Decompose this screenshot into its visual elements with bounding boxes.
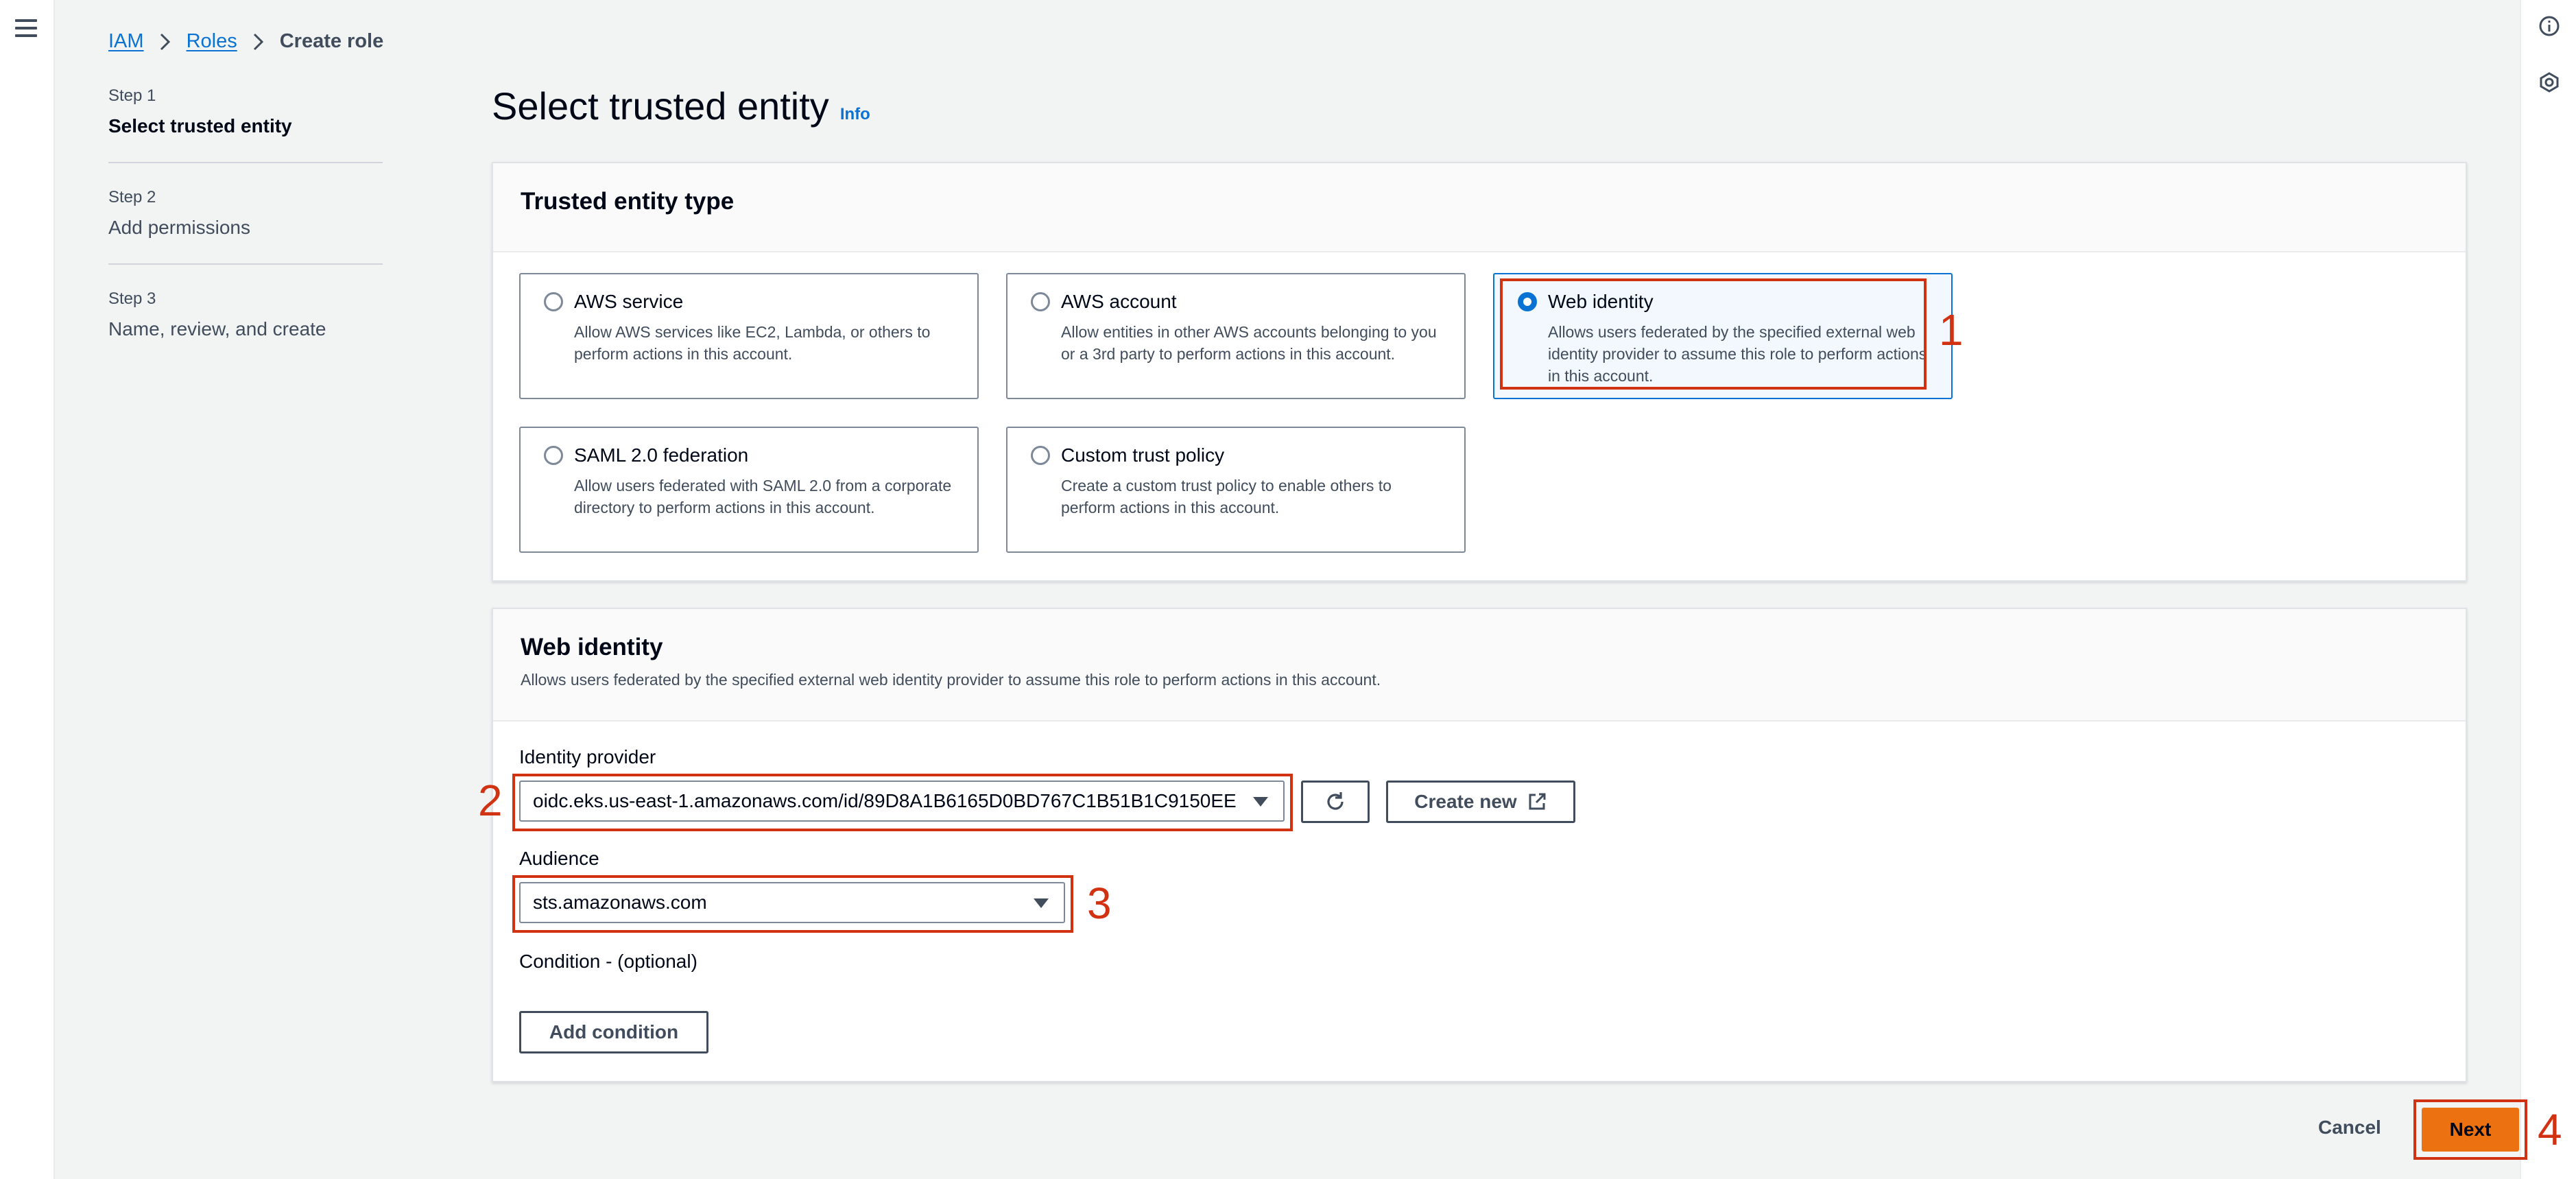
tile-description: Allow AWS services like EC2, Lambda, or … bbox=[574, 323, 931, 363]
external-link-icon bbox=[1529, 793, 1546, 810]
step-number: Step 3 bbox=[108, 289, 156, 308]
step-number: Step 2 bbox=[108, 188, 156, 206]
panel-description: Allows users federated by the specified … bbox=[521, 671, 1381, 689]
main-content: IAM Roles Create role Step 1 Select trus… bbox=[55, 0, 2562, 1179]
tile-title: SAML 2.0 federation bbox=[574, 444, 749, 466]
refresh-icon bbox=[1327, 792, 1344, 810]
right-tools-rail bbox=[2520, 0, 2576, 1179]
condition-label: Condition - (optional) bbox=[519, 951, 697, 972]
radio-button[interactable] bbox=[544, 446, 563, 465]
chevron-right-icon bbox=[252, 32, 265, 51]
chevron-right-icon bbox=[159, 32, 171, 51]
add-condition-button[interactable]: Add condition bbox=[519, 1011, 708, 1053]
left-navigation-rail bbox=[0, 0, 55, 1179]
annotation-box bbox=[1500, 278, 1927, 390]
info-link[interactable]: Info bbox=[840, 105, 870, 124]
tile-custom-trust-policy[interactable]: Custom trust policy Create a custom trus… bbox=[1006, 427, 1466, 553]
wizard-step-1[interactable]: Step 1 Select trusted entity bbox=[108, 86, 383, 163]
tile-description: Allow users federated with SAML 2.0 from… bbox=[574, 477, 952, 516]
audience-label: Audience bbox=[519, 848, 599, 869]
panel-title: Trusted entity type bbox=[521, 188, 735, 215]
tile-description: Allow entities in other AWS accounts bel… bbox=[1061, 323, 1437, 363]
tile-title: Custom trust policy bbox=[1061, 444, 1225, 466]
menu-icon[interactable] bbox=[15, 19, 37, 37]
page-title: Select trusted entity bbox=[492, 84, 829, 128]
create-new-label: Create new bbox=[1414, 791, 1517, 812]
page-header: Select trusted entity Info bbox=[492, 84, 870, 128]
web-identity-panel: Web identity Allows users federated by t… bbox=[478, 608, 2467, 1082]
wizard-steps: Step 1 Select trusted entity Step 2 Add … bbox=[108, 86, 383, 390]
annotation-number: 2 bbox=[478, 776, 503, 825]
tile-saml-federation[interactable]: SAML 2.0 federation Allow users federate… bbox=[519, 427, 979, 553]
breadcrumb-roles-link[interactable]: Roles bbox=[187, 30, 237, 53]
tile-aws-account[interactable]: AWS account Allow entities in other AWS … bbox=[1006, 273, 1466, 399]
identity-provider-label: Identity provider bbox=[519, 746, 656, 767]
annotation-number: 1 bbox=[1939, 305, 1964, 355]
panel-header: Trusted entity type bbox=[493, 163, 2466, 252]
step-title: Select trusted entity bbox=[108, 115, 292, 136]
annotation-box bbox=[2413, 1099, 2527, 1160]
add-condition-label: Add condition bbox=[549, 1021, 679, 1043]
annotation-number: 4 bbox=[2538, 1105, 2562, 1154]
panel-title: Web identity bbox=[521, 634, 663, 660]
tile-title: AWS service bbox=[574, 291, 684, 312]
tile-title: AWS account bbox=[1061, 291, 1177, 312]
cancel-button[interactable]: Cancel bbox=[2318, 1117, 2381, 1139]
breadcrumb-current: Create role bbox=[279, 30, 384, 52]
radio-button[interactable] bbox=[544, 292, 563, 311]
radio-button[interactable] bbox=[1031, 446, 1050, 465]
breadcrumb-iam-link[interactable]: IAM bbox=[108, 30, 144, 53]
panel-header: Web identity Allows users federated by t… bbox=[493, 609, 2466, 722]
trusted-entity-type-panel: Trusted entity type AWS service Allow AW… bbox=[492, 162, 2467, 582]
refresh-button[interactable] bbox=[1301, 781, 1370, 823]
annotation-number: 3 bbox=[1087, 879, 1112, 928]
info-circle-icon[interactable] bbox=[2538, 15, 2560, 37]
breadcrumb: IAM Roles Create role bbox=[108, 30, 383, 53]
step-title: Add permissions bbox=[108, 217, 250, 238]
step-title: Name, review, and create bbox=[108, 318, 326, 340]
create-new-button[interactable]: Create new bbox=[1386, 781, 1575, 823]
annotation-box bbox=[512, 774, 1293, 831]
radio-button[interactable] bbox=[1031, 292, 1050, 311]
tile-description: Create a custom trust policy to enable o… bbox=[1061, 477, 1392, 516]
step-number: Step 1 bbox=[108, 86, 156, 105]
annotation-box bbox=[512, 875, 1073, 933]
wizard-step-3[interactable]: Step 3 Name, review, and create bbox=[108, 289, 383, 365]
tile-aws-service[interactable]: AWS service Allow AWS services like EC2,… bbox=[519, 273, 979, 399]
settings-hexagon-icon[interactable] bbox=[2538, 71, 2560, 93]
wizard-step-2[interactable]: Step 2 Add permissions bbox=[108, 188, 383, 265]
